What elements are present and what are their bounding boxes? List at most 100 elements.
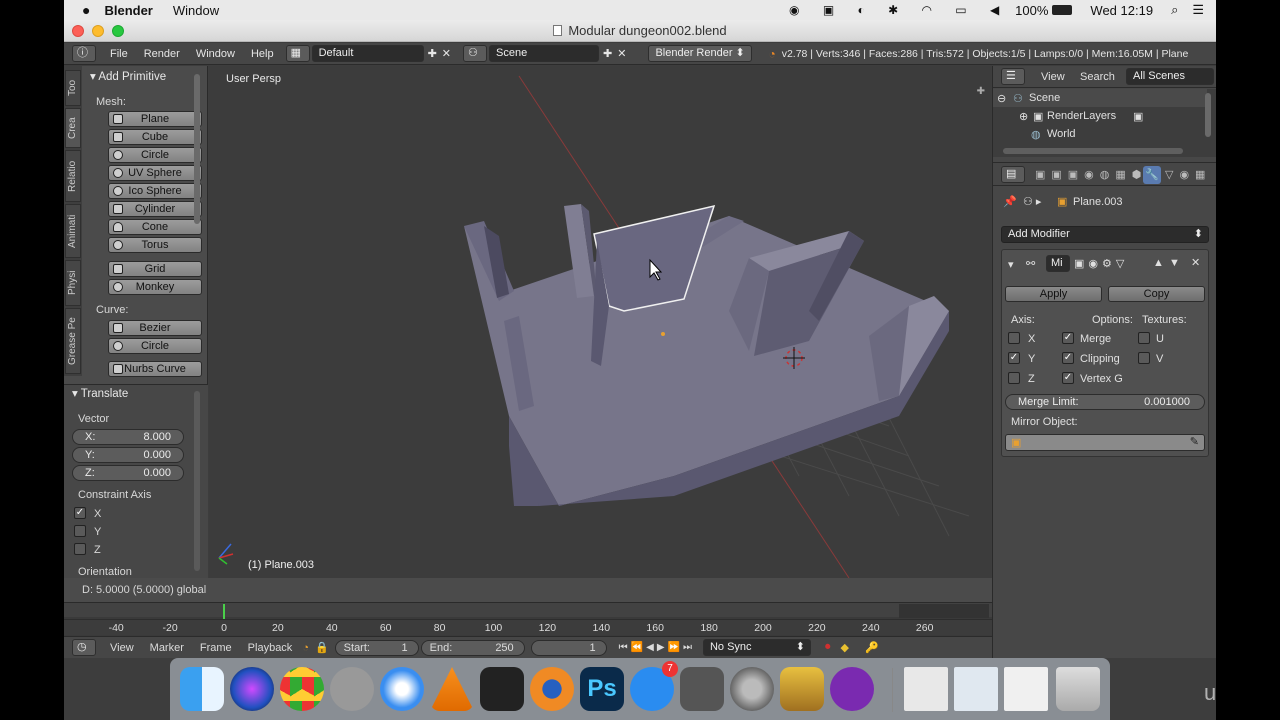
remove-modifier-icon[interactable]: ✕ <box>1191 256 1200 269</box>
timeline-marker-menu[interactable]: Marker <box>142 642 192 654</box>
outliner-row-world[interactable]: ◍ World <box>993 125 1207 143</box>
recent-browser-icon[interactable] <box>1004 667 1048 711</box>
apply-button[interactable]: Apply <box>1005 286 1102 302</box>
viewport-expand-icon[interactable]: ✚ <box>977 86 985 97</box>
vlc-icon[interactable] <box>430 667 474 711</box>
tab-tools[interactable]: Too <box>65 70 81 106</box>
outliner-editor-icon[interactable]: ☰ <box>1001 68 1025 85</box>
blender-icon[interactable] <box>530 667 574 711</box>
screen-recorder-icon[interactable] <box>680 667 724 711</box>
zoom-window-button[interactable] <box>112 25 124 37</box>
add-uv-sphere-button[interactable]: UV Sphere <box>108 165 202 181</box>
tool-shelf-scrollbar[interactable] <box>194 74 200 224</box>
safari-icon[interactable] <box>380 667 424 711</box>
recent-document-icon[interactable] <box>904 667 948 711</box>
tab-physics[interactable]: Physi <box>65 260 81 306</box>
timeline-area[interactable]: -40 -20 0 20 40 60 80 100 120 140 160 180 200 220 240 2… <box>64 602 992 636</box>
vertex-groups-checkbox[interactable]: ✓ <box>1062 372 1074 384</box>
system-preferences-icon[interactable] <box>730 667 774 711</box>
modifiers-tab-icon[interactable]: 🔧 <box>1143 166 1161 184</box>
add-layout-icon[interactable]: ✚ <box>428 47 437 60</box>
apple-icon[interactable]: ● <box>82 2 90 18</box>
clock[interactable]: Wed 12:19 <box>1090 3 1153 18</box>
photoshop-icon[interactable]: Ps <box>580 667 624 711</box>
lock-icon[interactable]: 🔒 <box>315 641 329 654</box>
modifier-name-field[interactable]: Mi <box>1046 255 1070 272</box>
remove-scene-icon[interactable]: ✕ <box>617 47 626 60</box>
end-frame-field[interactable]: End: 250 <box>420 639 525 656</box>
current-frame-field[interactable]: 1 <box>530 639 607 656</box>
axis-z-checkbox[interactable] <box>1008 372 1020 384</box>
unity-icon[interactable] <box>480 667 524 711</box>
playhead[interactable] <box>223 604 225 620</box>
siri-icon[interactable] <box>230 667 274 711</box>
translate-panel-scrollbar[interactable] <box>194 391 200 571</box>
collapse-modifier-icon[interactable]: ▾ <box>1008 258 1014 271</box>
texture-v-checkbox[interactable] <box>1138 352 1150 364</box>
add-primitive-header[interactable]: ▾ Add Primitive <box>90 68 166 86</box>
outliner-search-menu[interactable]: Search <box>1080 71 1115 83</box>
expand-icon[interactable]: ⊖ <box>997 92 1006 105</box>
constraint-x-checkbox[interactable]: ✓ <box>74 507 86 519</box>
playback-controls-icon[interactable]: ⏮⏪◀▶⏩⏭ <box>619 642 695 653</box>
pin-icon[interactable]: 📌 <box>1003 195 1017 208</box>
scene-field[interactable]: Scene <box>489 45 599 62</box>
3d-viewport[interactable]: User Persp (1) Plane.003 ✚ <box>209 66 991 578</box>
constraint-y-checkbox[interactable] <box>74 525 86 537</box>
minimize-window-button[interactable] <box>92 25 104 37</box>
chrome-icon[interactable] <box>280 667 324 711</box>
texture-u-checkbox[interactable] <box>1138 332 1150 344</box>
window-menu-blender[interactable]: Window <box>188 48 243 60</box>
remove-layout-icon[interactable]: ✕ <box>442 47 451 60</box>
clipping-checkbox[interactable]: ✓ <box>1062 352 1074 364</box>
timeline-frame-menu[interactable]: Frame <box>192 642 240 654</box>
constraint-z-checkbox[interactable] <box>74 543 86 555</box>
tab-relations[interactable]: Relatio <box>65 150 81 202</box>
render-engine-dropdown[interactable]: Blender Render ⬍ <box>648 45 753 62</box>
battery-icon[interactable] <box>1052 5 1073 15</box>
add-modifier-dropdown[interactable]: Add Modifier ⬍ <box>1001 226 1209 243</box>
render-menu[interactable]: Render <box>136 48 188 60</box>
translate-y-field[interactable]: Y: 0.000 <box>72 447 184 463</box>
layout-selector-icon[interactable]: ▦ <box>285 45 310 62</box>
outliner-row-renderlayers[interactable]: ⊕ ▣ RenderLayers ▣ <box>993 107 1207 125</box>
viewport-scene[interactable] <box>209 66 991 578</box>
screen-layout-field[interactable]: Default <box>311 45 424 62</box>
add-cube-button[interactable]: Cube <box>108 129 202 145</box>
close-window-button[interactable] <box>72 25 84 37</box>
renderlayers-restrict-icon[interactable]: ▣ <box>1133 110 1143 123</box>
copy-button[interactable]: Copy <box>1108 286 1205 302</box>
battery-percent[interactable]: 100% <box>1015 3 1048 18</box>
more-context-tabs[interactable]: ▽◉▦ <box>1165 168 1211 181</box>
properties-editor-icon[interactable]: ▤ <box>1001 166 1025 183</box>
axis-y-checkbox[interactable]: ✓ <box>1008 352 1020 364</box>
add-bezier-button[interactable]: Bezier <box>108 320 202 336</box>
timeline-editor-icon[interactable]: ◷ <box>72 639 96 656</box>
start-frame-field[interactable]: Start: 1 <box>334 639 419 656</box>
video-editor-icon[interactable] <box>830 667 874 711</box>
translate-z-field[interactable]: Z: 0.000 <box>72 465 184 481</box>
outliner-filter-dropdown[interactable]: All Scenes <box>1126 68 1214 85</box>
launchpad-icon[interactable] <box>330 667 374 711</box>
sync-mode-dropdown[interactable]: No Sync ⬍ <box>702 639 811 656</box>
mirror-object-field[interactable]: ▣ ✎ <box>1005 434 1205 451</box>
add-cylinder-button[interactable]: Cylinder <box>108 201 202 217</box>
add-ico-sphere-button[interactable]: Ico Sphere <box>108 183 202 199</box>
notification-center-icon[interactable]: ☰ <box>1192 2 1204 18</box>
add-plane-button[interactable]: Plane <box>108 111 202 127</box>
eyedropper-icon[interactable]: ✎ <box>1190 435 1199 448</box>
add-circle-button[interactable]: Circle <box>108 147 202 163</box>
tab-animation[interactable]: Animati <box>65 204 81 258</box>
wine-icon[interactable] <box>780 667 824 711</box>
move-modifier-down-icon[interactable]: ▼ <box>1169 257 1180 269</box>
keyframe-icon[interactable]: 🔑 <box>865 641 879 654</box>
translate-x-field[interactable]: X: 8.000 <box>72 429 184 445</box>
expand-icon[interactable]: ⊕ <box>1019 110 1028 123</box>
window-menu[interactable]: Window <box>173 3 219 18</box>
app-store-icon[interactable]: 7 <box>630 661 678 711</box>
modifier-visibility-icons[interactable]: ▣◉⚙▽ <box>1074 257 1128 270</box>
translate-header[interactable]: ▾ Translate <box>72 385 128 403</box>
preview-range-icon[interactable]: ◔ <box>302 642 309 654</box>
app-menu[interactable]: Blender <box>104 3 152 18</box>
add-curve-circle-button[interactable]: Circle <box>108 338 202 354</box>
